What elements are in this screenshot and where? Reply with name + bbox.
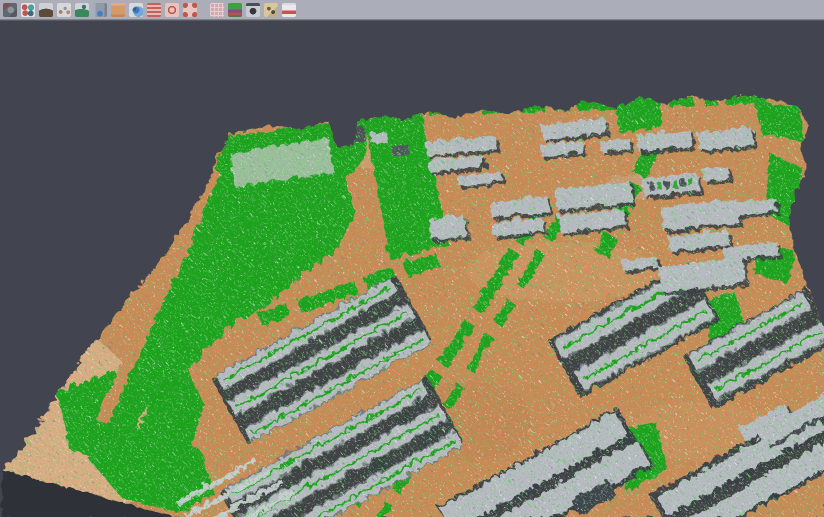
classification-colors-button[interactable] — [226, 1, 244, 19]
application-window: { "window": { "background_color": "#4245… — [0, 0, 824, 517]
elevation-bands-icon — [147, 3, 161, 17]
selection-extent-button[interactable] — [181, 1, 199, 19]
orthoimage-icon — [111, 3, 125, 17]
bare-earth-button[interactable] — [37, 1, 55, 19]
snapshot-button[interactable] — [262, 1, 280, 19]
vegetation-surface-icon — [75, 3, 89, 17]
vegetation-surface-button[interactable] — [73, 1, 91, 19]
sparse-points-button[interactable] — [55, 1, 73, 19]
point-pairs-icon — [21, 3, 35, 17]
measure-button[interactable] — [280, 1, 298, 19]
elevation-bands-button[interactable] — [145, 1, 163, 19]
point-pairs-button[interactable] — [19, 1, 37, 19]
material-tile-icon — [3, 3, 17, 17]
toolbar — [0, 0, 824, 20]
globe-icon — [129, 3, 143, 17]
material-tile-button[interactable] — [1, 1, 19, 19]
snapshot-icon — [264, 3, 278, 17]
profile-view-button[interactable] — [91, 1, 109, 19]
target-circle-icon — [165, 3, 179, 17]
target-circle-button[interactable] — [163, 1, 181, 19]
selection-extent-icon — [183, 3, 197, 17]
globe-button[interactable] — [127, 1, 145, 19]
grid-button[interactable] — [208, 1, 226, 19]
measure-icon — [282, 3, 296, 17]
camera-icon — [246, 3, 260, 17]
profile-view-icon — [93, 3, 107, 17]
camera-button[interactable] — [244, 1, 262, 19]
classification-colors-icon — [228, 3, 242, 17]
bare-earth-icon — [39, 3, 53, 17]
grid-icon — [210, 3, 224, 17]
viewport-3d[interactable] — [0, 22, 824, 517]
orthoimage-button[interactable] — [109, 1, 127, 19]
sparse-points-icon — [57, 3, 71, 17]
point-cloud-canvas[interactable] — [0, 22, 824, 517]
